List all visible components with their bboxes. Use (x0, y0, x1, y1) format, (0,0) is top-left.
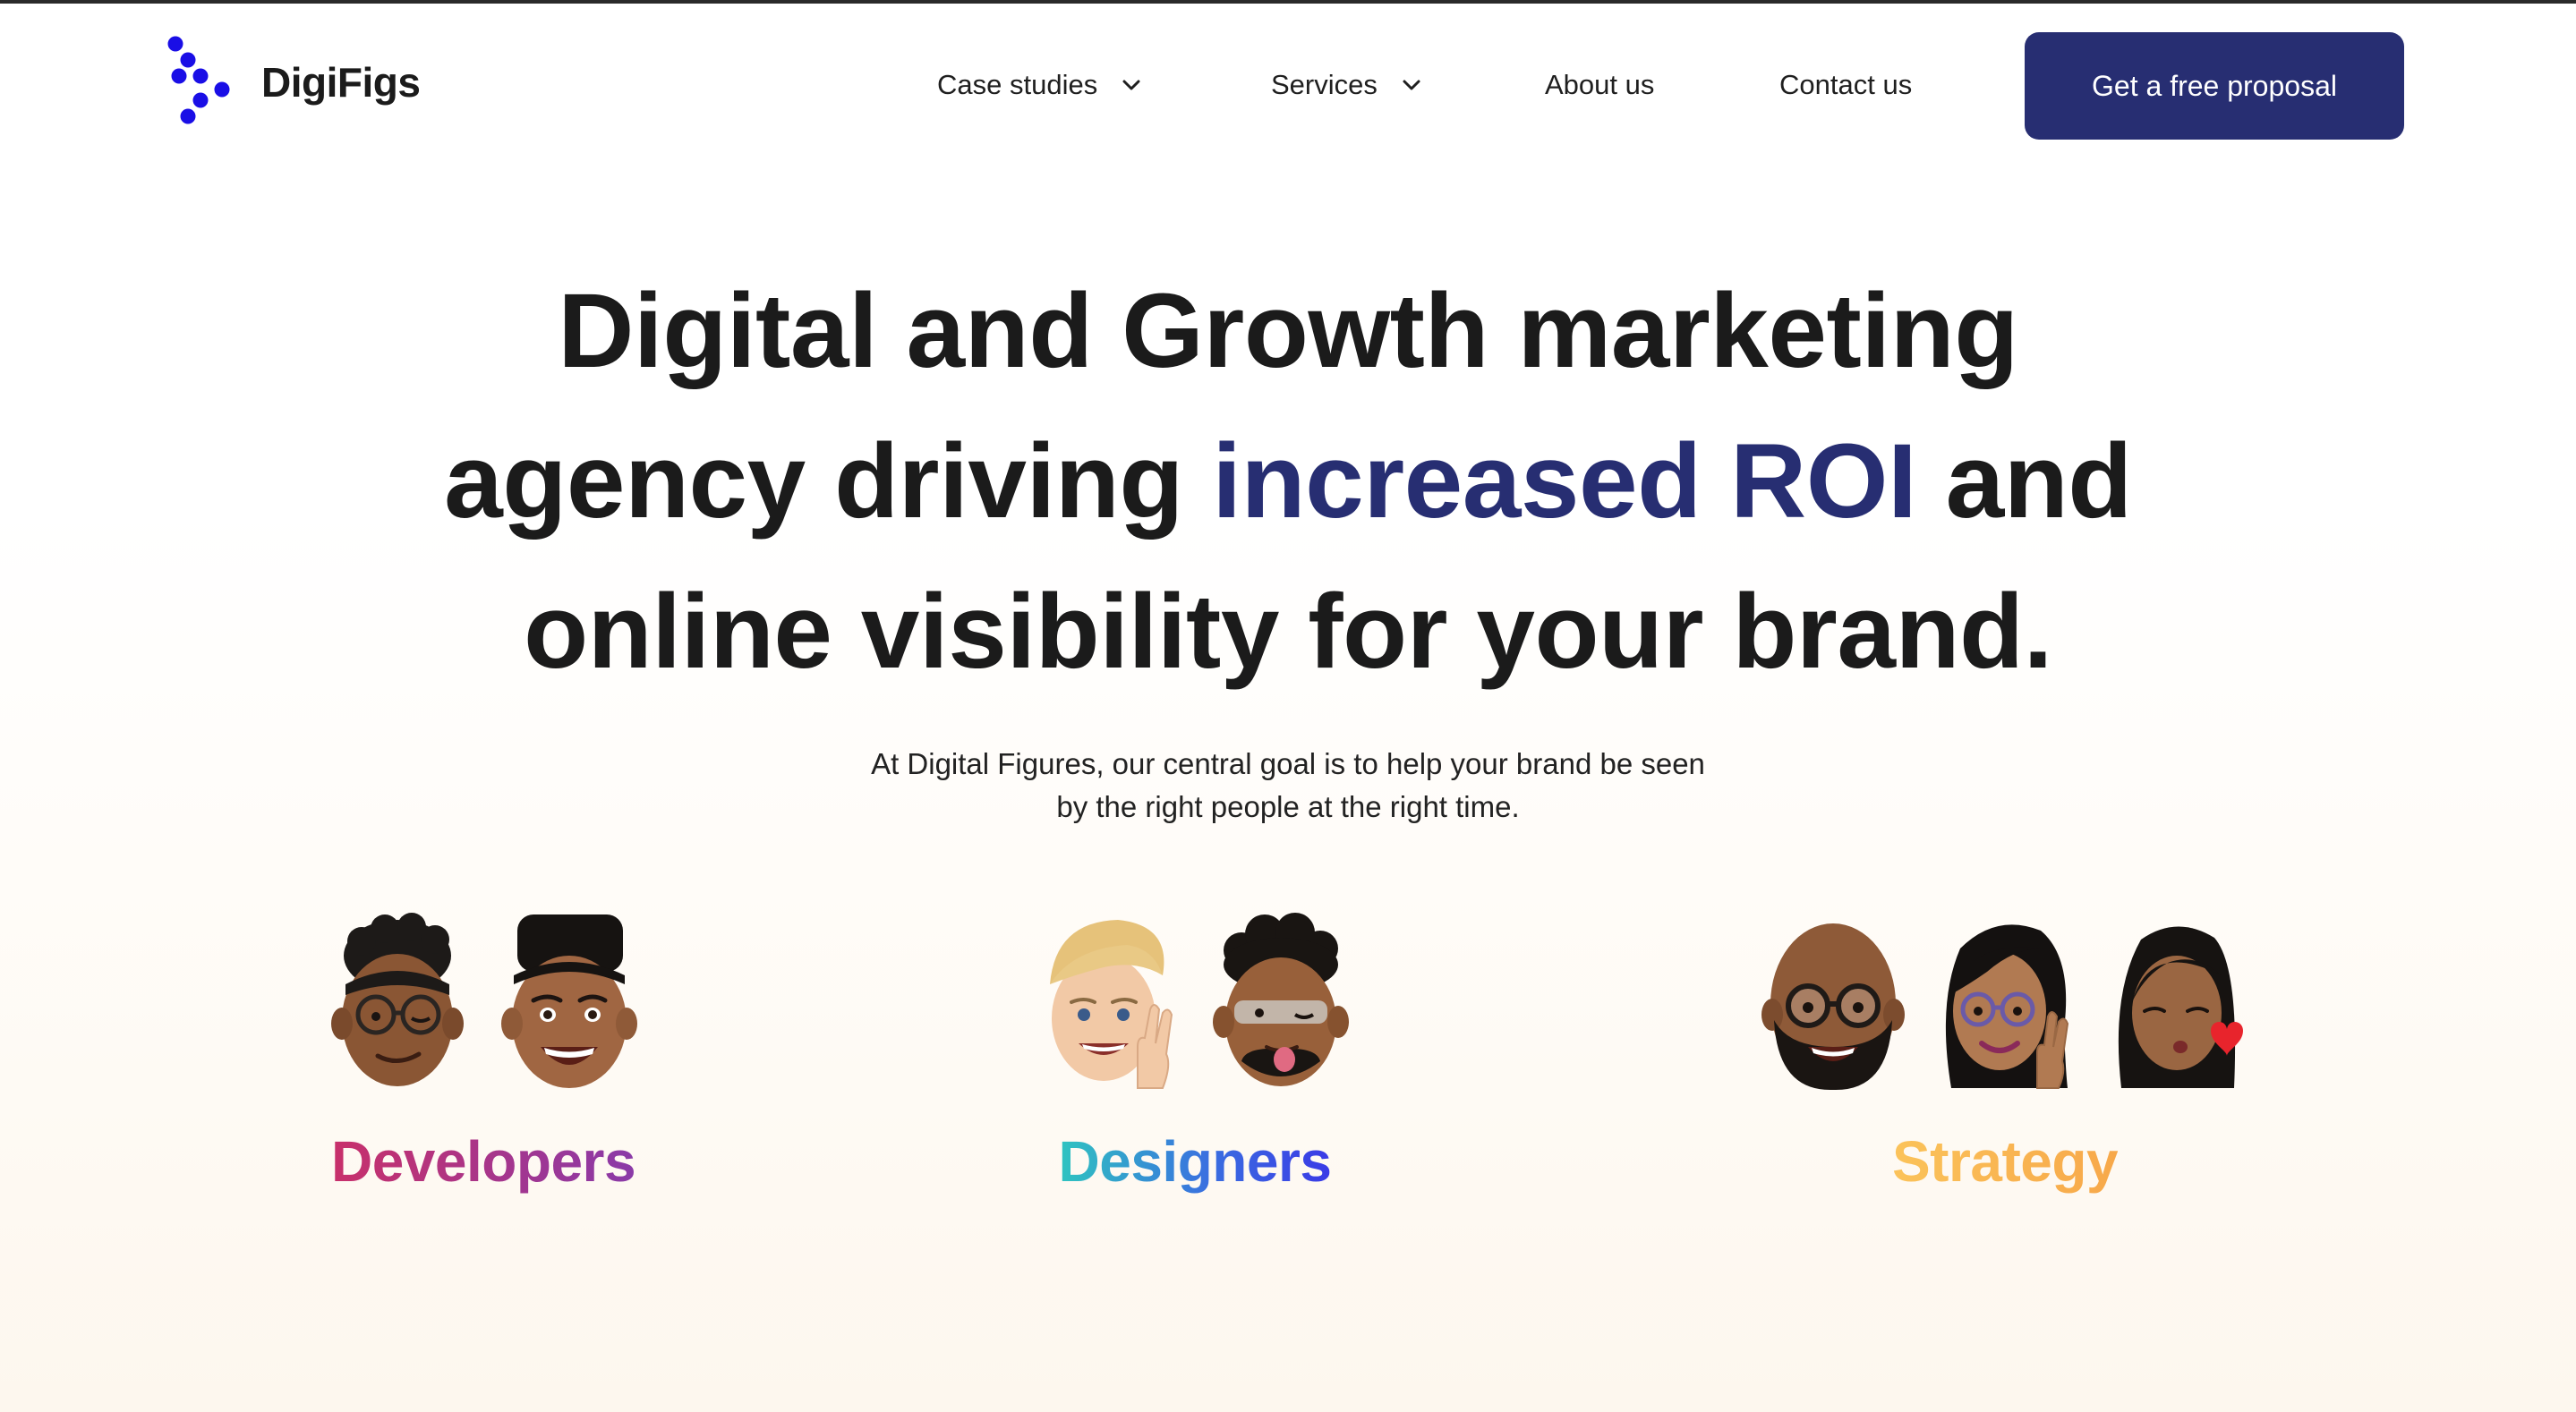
logo-text: DigiFigs (261, 59, 421, 106)
team-developers-avatars (326, 913, 641, 1092)
headline-line-2-prefix: agency driving (444, 422, 1213, 540)
team-strategy-avatars (1761, 913, 2248, 1092)
nav-about-us-label: About us (1545, 69, 1655, 100)
nav-case-studies[interactable]: Case studies (937, 48, 1144, 122)
memoji-bald-beard-glasses-avatar (1761, 923, 1905, 1091)
nav-services-label: Services (1271, 69, 1378, 100)
logo[interactable]: DigiFigs (166, 36, 421, 129)
memoji-blonde-peace-avatar (1050, 920, 1173, 1089)
memoji-woman-heart-kiss-avatar (2118, 926, 2243, 1088)
nav-case-studies-label: Case studies (937, 69, 1098, 100)
headline-line-1: Digital and Growth marketing (558, 272, 2018, 390)
window-top-border (0, 0, 2576, 4)
headline-accent: increased ROI (1212, 422, 1917, 540)
nav-services[interactable]: Services (1271, 48, 1424, 122)
memoji-glasses-wink-avatar (331, 913, 464, 1086)
hero-subtitle: At Digital Figures, our central goal is … (617, 743, 1959, 829)
chevron-down-icon (1403, 80, 1420, 90)
get-free-proposal-label: Get a free proposal (2092, 69, 2337, 102)
memoji-woman-glasses-avatar (1945, 924, 2069, 1089)
dots-logo-icon (167, 36, 230, 124)
memoji-curly-tongue-avatar (1213, 913, 1349, 1086)
subtitle-line-2: by the right people at the right time. (1056, 790, 1520, 823)
hero-headline: Digital and Growth marketing agency driv… (259, 256, 2317, 707)
headline-line-2: agency driving increased ROI and (259, 406, 2317, 557)
headline-line-3: online visibility for your brand. (524, 573, 2052, 691)
team-developers: Developers (318, 913, 649, 1197)
team-strategy-label: Strategy (1892, 1126, 2119, 1197)
team-designers-avatars (1037, 913, 1352, 1092)
team-strategy: Strategy (1754, 913, 2256, 1197)
nav-contact-us[interactable]: Contact us (1779, 48, 1912, 122)
team-developers-label: Developers (331, 1126, 636, 1197)
chevron-down-icon (1122, 80, 1140, 90)
nav-about-us[interactable]: About us (1545, 48, 1654, 122)
memoji-flat-top-avatar (501, 914, 637, 1088)
subtitle-line-1: At Digital Figures, our central goal is … (871, 747, 1705, 780)
team-designers-label: Designers (1059, 1126, 1332, 1197)
get-free-proposal-button[interactable]: Get a free proposal (2025, 32, 2404, 140)
team-designers: Designers (1029, 913, 1361, 1197)
nav-contact-us-label: Contact us (1779, 69, 1913, 100)
headline-line-2-suffix: and (1916, 422, 2133, 540)
